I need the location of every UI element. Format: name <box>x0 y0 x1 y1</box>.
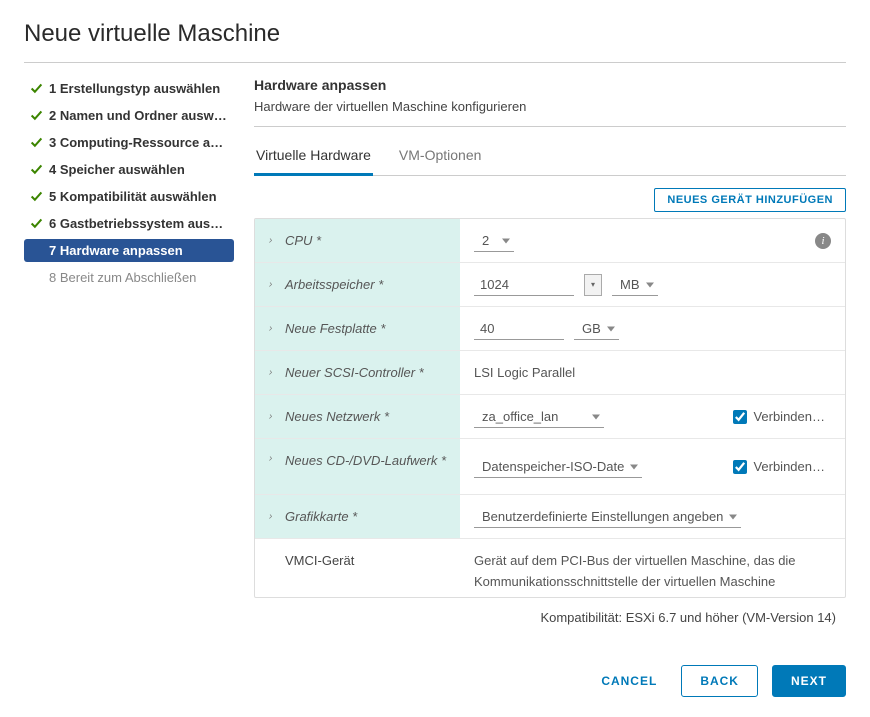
row-scsi: › Neuer SCSI-Controller * LSI Logic Para… <box>255 351 845 395</box>
memory-input[interactable] <box>474 274 574 296</box>
gpu-select[interactable]: Benutzerdefinierte Einstellungen angeben <box>474 506 741 528</box>
row-vmci: › VMCI-Gerät Gerät auf dem PCI-Bus der v… <box>255 539 845 597</box>
row-label: Neues Netzwerk * <box>285 409 389 424</box>
step-2[interactable]: 2 Namen und Ordner ausw… <box>24 104 234 127</box>
row-label: Neuer SCSI-Controller * <box>285 365 424 380</box>
tab-virtual-hardware[interactable]: Virtuelle Hardware <box>254 141 373 176</box>
row-cdrom: › Neues CD-/DVD-Laufwerk * Datenspeicher… <box>255 439 845 495</box>
row-label: Arbeitsspeicher * <box>285 277 383 292</box>
check-icon <box>30 136 43 149</box>
info-icon[interactable]: i <box>815 233 831 249</box>
step-label: 6 Gastbetriebssystem aus… <box>49 216 223 231</box>
chevron-right-icon: › <box>269 323 277 334</box>
row-gpu: › Grafikkarte * Benutzerdefinierte Einst… <box>255 495 845 539</box>
section-subtitle: Hardware der virtuellen Maschine konfigu… <box>254 99 846 114</box>
wizard-steps: 1 Erstellungstyp auswählen 2 Namen und O… <box>24 77 234 635</box>
disk-size-input[interactable] <box>474 318 564 340</box>
step-label: 1 Erstellungstyp auswählen <box>49 81 220 96</box>
next-button[interactable]: NEXT <box>772 665 846 697</box>
row-label: Neues CD-/DVD-Laufwerk * <box>285 453 446 468</box>
step-7[interactable]: 7 Hardware anpassen <box>24 239 234 262</box>
step-label: 2 Namen und Ordner ausw… <box>49 108 227 123</box>
check-icon <box>30 109 43 122</box>
chevron-right-icon: › <box>269 453 277 464</box>
memory-stepper[interactable]: ▾ <box>584 274 602 296</box>
compatibility-text: Kompatibilität: ESXi 6.7 und höher (VM-V… <box>254 610 846 625</box>
disk-unit-select[interactable]: GB <box>574 318 619 340</box>
check-icon <box>30 82 43 95</box>
row-memory: › Arbeitsspeicher * ▾ MB <box>255 263 845 307</box>
chevron-right-icon: › <box>269 235 277 246</box>
step-5[interactable]: 5 Kompatibilität auswählen <box>24 185 234 208</box>
scsi-value: LSI Logic Parallel <box>474 365 575 380</box>
cdrom-connect-label: Verbinden… <box>753 459 825 474</box>
network-connect-checkbox[interactable] <box>733 410 747 424</box>
row-network: › Neues Netzwerk * za_office_lan Verbind… <box>255 395 845 439</box>
step-1[interactable]: 1 Erstellungstyp auswählen <box>24 77 234 100</box>
step-3[interactable]: 3 Computing-Ressource au… <box>24 131 234 154</box>
row-label: CPU * <box>285 233 321 248</box>
step-label: 4 Speicher auswählen <box>49 162 185 177</box>
check-icon <box>30 163 43 176</box>
row-label: Neue Festplatte * <box>285 321 385 336</box>
cancel-button[interactable]: CANCEL <box>591 666 667 696</box>
divider <box>24 62 846 63</box>
divider <box>254 126 846 127</box>
step-label: 5 Kompatibilität auswählen <box>49 189 217 204</box>
wizard-footer: CANCEL BACK NEXT <box>24 635 846 697</box>
tab-vm-options[interactable]: VM-Optionen <box>397 141 483 176</box>
hardware-scroll[interactable]: › CPU * 2 i › Arbeitsspeicher * <box>255 219 845 597</box>
cpu-select[interactable]: 2 <box>474 230 514 252</box>
chevron-right-icon: › <box>269 511 277 522</box>
row-label: VMCI-Gerät <box>285 553 354 568</box>
cdrom-connect-checkbox[interactable] <box>733 460 747 474</box>
vmci-description: Gerät auf dem PCI-Bus der virtuellen Mas… <box>474 551 831 597</box>
step-label: 8 Bereit zum Abschließen <box>49 270 196 285</box>
hardware-table: › CPU * 2 i › Arbeitsspeicher * <box>254 218 846 598</box>
step-4[interactable]: 4 Speicher auswählen <box>24 158 234 181</box>
row-cpu: › CPU * 2 i <box>255 219 845 263</box>
chevron-right-icon: › <box>269 411 277 422</box>
check-icon <box>30 190 43 203</box>
network-connect-label: Verbinden… <box>753 409 825 424</box>
check-icon <box>30 217 43 230</box>
row-disk: › Neue Festplatte * GB <box>255 307 845 351</box>
tab-bar: Virtuelle Hardware VM-Optionen <box>254 141 846 176</box>
step-label: 3 Computing-Ressource au… <box>49 135 228 150</box>
back-button[interactable]: BACK <box>681 665 758 697</box>
add-device-button[interactable]: NEUES GERÄT HINZUFÜGEN <box>654 188 846 212</box>
wizard-title: Neue virtuelle Maschine <box>24 20 846 48</box>
step-8: 8 Bereit zum Abschließen <box>24 266 234 289</box>
cdrom-select[interactable]: Datenspeicher-ISO-Date <box>474 456 642 478</box>
step-6[interactable]: 6 Gastbetriebssystem aus… <box>24 212 234 235</box>
chevron-right-icon: › <box>269 279 277 290</box>
network-select[interactable]: za_office_lan <box>474 406 604 428</box>
row-label: Grafikkarte * <box>285 509 357 524</box>
section-title: Hardware anpassen <box>254 77 846 93</box>
chevron-right-icon: › <box>269 367 277 378</box>
step-label: 7 Hardware anpassen <box>49 243 183 258</box>
memory-unit-select[interactable]: MB <box>612 274 658 296</box>
